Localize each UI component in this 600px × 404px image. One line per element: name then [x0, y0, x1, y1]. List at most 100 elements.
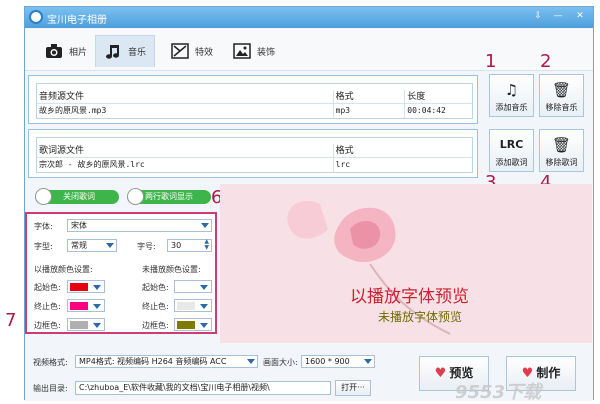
camera-icon	[46, 44, 62, 58]
tab-decorations[interactable]: 装饰	[225, 35, 283, 67]
tab-label: 装饰	[257, 47, 276, 58]
color-swatch	[177, 321, 195, 329]
toggle-label: 关闭歌词	[63, 192, 95, 201]
music-panel: 音频源文件 格式 长度 故乡的原风景.mp3 mp3 00:04:42	[28, 75, 478, 124]
select-value: 常规	[71, 241, 87, 250]
font-label: 字体:	[34, 222, 53, 231]
add-lyrics-button[interactable]: LRC 添加歌词	[489, 129, 534, 172]
chevron-down-icon	[201, 223, 209, 228]
close-lyrics-toggle[interactable]: 关闭歌词	[35, 188, 119, 205]
chevron-down-icon	[200, 323, 208, 328]
lyrics-preview-area: 以播放字体预览 未播放字体预览	[220, 184, 592, 343]
table-cell: 00:04:42	[407, 106, 446, 115]
column-header: 音频源文件	[37, 90, 334, 103]
image-icon	[233, 43, 251, 59]
chevron-down-icon	[200, 285, 208, 290]
remove-music-button[interactable]: 🗑 移除音乐	[539, 74, 584, 117]
tab-music[interactable]: 音乐	[95, 35, 156, 67]
played-preview-text: 以播放字体预览	[350, 287, 469, 307]
played-border-color-picker[interactable]	[67, 318, 105, 331]
color-swatch	[70, 302, 88, 310]
played-start-label: 起始色:	[34, 283, 61, 292]
played-end-color-picker[interactable]	[67, 299, 105, 312]
played-start-color-picker[interactable]	[67, 280, 105, 293]
column-header: 歌词源文件	[37, 144, 334, 157]
size-spinner[interactable]: 30 ▲ ▼	[167, 239, 212, 252]
music-note-icon	[106, 44, 119, 59]
output-dir-input[interactable]: C:\zhuboa_E\软件收藏\我的文档\宝川电子相册\视频\	[75, 381, 331, 395]
unplayed-border-color-picker[interactable]	[174, 318, 212, 331]
heart-icon: ♥	[434, 366, 447, 381]
app-window: 宝川电子相册 ⇩ — ✕ 相片 音乐 特效 装饰 音频源文件 格式 长度 故乡的…	[24, 6, 594, 401]
title-bar: 宝川电子相册 ⇩ — ✕	[25, 7, 593, 28]
size-label: 字号:	[137, 242, 156, 251]
table-cell: 故乡的原风景.mp3	[37, 104, 334, 118]
watermark: 9553下载	[455, 382, 542, 403]
close-button[interactable]: ✕	[573, 10, 587, 22]
table-row[interactable]: 故乡的原风景.mp3 mp3 00:04:42	[37, 104, 472, 118]
minimize-button[interactable]: —	[551, 10, 565, 22]
chevron-down-icon	[93, 285, 101, 290]
tab-bar: 相片 音乐 特效 装饰	[25, 29, 593, 71]
tab-label: 音乐	[128, 48, 147, 58]
font-settings-panel: 字体: 宋体 字型: 常规 字号: 30 ▲ ▼ 以播放颜色设置: 未播放颜色设置…	[25, 212, 217, 334]
tab-effects[interactable]: 特效	[163, 35, 221, 67]
style-label: 字型:	[34, 242, 53, 251]
button-label: 移除音乐	[545, 103, 578, 112]
color-swatch	[177, 302, 195, 310]
table-cell: mp3	[334, 104, 406, 118]
table-row[interactable]: 宗次郎 - 故乡的原风景.lrc lrc	[37, 158, 472, 172]
unplayed-border-label: 边框色:	[142, 321, 169, 330]
unplayed-start-color-picker[interactable]	[174, 280, 212, 293]
button-label: 添加歌词	[495, 158, 528, 167]
button-label: 移除歌词	[545, 158, 578, 167]
unplayed-end-color-picker[interactable]	[174, 299, 212, 312]
font-select[interactable]: 宋体	[67, 219, 212, 232]
column-header: 长度	[407, 92, 426, 102]
open-folder-button[interactable]: 打开···	[335, 380, 371, 396]
toggle-knob	[35, 188, 52, 205]
frame-size-label: 画面大小:	[263, 358, 298, 367]
lrc-icon: LRC	[499, 138, 524, 151]
table-header: 音频源文件 格式 长度	[37, 90, 472, 104]
color-swatch	[70, 283, 88, 291]
menu-down-icon[interactable]: ⇩	[531, 10, 545, 22]
remove-lyrics-button[interactable]: 🗑 移除歌词	[539, 129, 584, 172]
unplayed-colors-title: 未播放颜色设置:	[142, 265, 201, 274]
chevron-down-icon	[200, 304, 208, 309]
played-colors-title: 以播放颜色设置:	[34, 265, 93, 274]
select-value: 1600 * 900	[305, 357, 350, 366]
select-value: 宋体	[71, 221, 87, 230]
chevron-down-icon	[93, 323, 101, 328]
music-table: 音频源文件 格式 长度 故乡的原风景.mp3 mp3 00:04:42	[36, 83, 473, 119]
table-header: 歌词源文件 格式	[37, 144, 472, 158]
table-cell: 宗次郎 - 故乡的原风景.lrc	[37, 158, 334, 172]
lyrics-table: 歌词源文件 格式 宗次郎 - 故乡的原风景.lrc lrc	[36, 137, 473, 173]
marker-7: 7	[5, 310, 17, 331]
button-label: 添加音乐	[495, 103, 528, 112]
video-format-label: 视频格式:	[33, 358, 68, 367]
tab-photos[interactable]: 相片	[37, 35, 95, 67]
frame-size-select[interactable]: 1600 * 900	[301, 355, 375, 368]
app-logo-icon	[29, 10, 43, 24]
color-swatch	[70, 321, 88, 329]
add-music-button[interactable]: ♫ 添加音乐	[489, 74, 534, 117]
music-note-icon: ♫	[504, 81, 519, 99]
toggle-knob	[127, 188, 144, 205]
marker-2: 2	[540, 51, 552, 72]
spinner-value: 30	[171, 241, 182, 250]
unplayed-start-label: 起始色:	[142, 283, 169, 292]
unplayed-end-label: 终止色:	[142, 302, 169, 311]
chevron-down-icon	[247, 359, 255, 364]
effects-icon	[171, 43, 189, 59]
played-end-label: 终止色:	[34, 302, 61, 311]
two-line-lyrics-toggle[interactable]: 两行歌词显示	[127, 188, 211, 205]
spinner-arrows-icon[interactable]: ▲ ▼	[204, 239, 209, 251]
window-title: 宝川电子相册	[47, 15, 107, 26]
chevron-down-icon	[364, 359, 372, 364]
video-format-select[interactable]: MP4格式: 视频编码 H264 音频编码 ACC	[75, 355, 258, 368]
style-select[interactable]: 常规	[67, 239, 117, 252]
unplayed-preview-text: 未播放字体预览	[378, 310, 463, 324]
chevron-down-icon	[93, 304, 101, 309]
output-dir-label: 输出目录:	[33, 384, 68, 393]
